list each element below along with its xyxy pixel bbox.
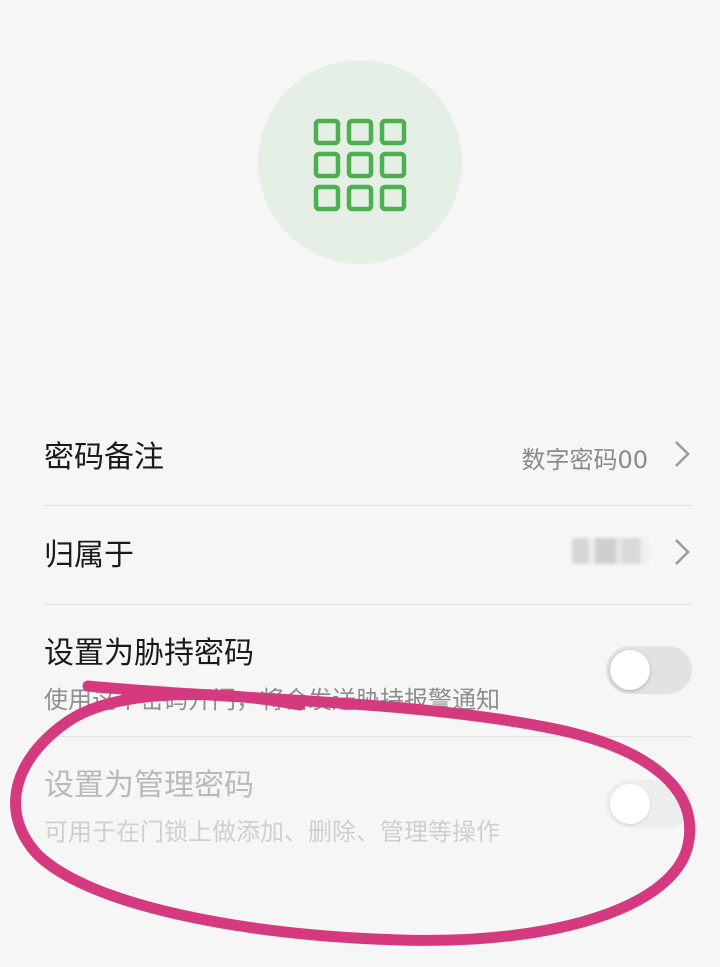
toggle-knob xyxy=(610,650,650,690)
chevron-right-icon xyxy=(675,441,690,467)
remark-row[interactable]: 密码备注 数字密码00 xyxy=(44,420,692,490)
chevron-right-icon xyxy=(675,539,690,565)
divider xyxy=(44,604,692,605)
toggle-knob xyxy=(610,784,650,824)
duress-label: 设置为胁持密码 xyxy=(44,636,254,671)
belongs-to-row[interactable]: 归属于 xyxy=(44,520,692,590)
divider xyxy=(44,505,692,506)
admin-row: 设置为管理密码 可用于在门锁上做添加、删除、管理等操作 xyxy=(44,752,692,852)
divider xyxy=(44,736,692,737)
duress-description: 使用这个密码开门，将会发送胁持报警通知 xyxy=(44,686,500,714)
keypad-icon xyxy=(313,118,407,212)
duress-row: 设置为胁持密码 使用这个密码开门，将会发送胁持报警通知 xyxy=(44,620,692,720)
admin-toggle[interactable] xyxy=(606,780,692,828)
belongs-to-value-obscured xyxy=(572,538,648,564)
belongs-to-label: 归属于 xyxy=(44,538,134,573)
remark-label: 密码备注 xyxy=(44,440,164,475)
admin-label: 设置为管理密码 xyxy=(44,768,254,803)
duress-toggle[interactable] xyxy=(606,646,692,694)
remark-value: 数字密码00 xyxy=(521,446,648,474)
admin-description: 可用于在门锁上做添加、删除、管理等操作 xyxy=(44,818,500,846)
